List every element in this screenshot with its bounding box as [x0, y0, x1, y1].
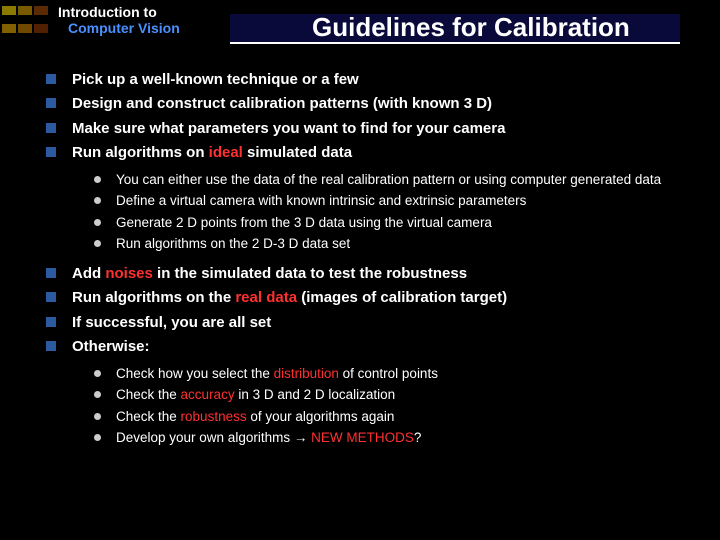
bullet-item: If successful, you are all set — [30, 311, 700, 334]
sub-bullet-item: Run algorithms on the 2 D-3 D data set — [30, 234, 700, 254]
sub-bullet-item: Check the robustness of your algorithms … — [30, 407, 700, 427]
slide-title: Guidelines for Calibration — [312, 12, 630, 43]
course-line2: Computer Vision — [68, 20, 180, 36]
logo-blocks — [2, 2, 52, 38]
sub-bullet-item: Develop your own algorithms → NEW METHOD… — [30, 428, 700, 448]
bullet-list-1: Pick up a well-known technique or a fewD… — [30, 68, 700, 164]
bullet-item: Run algorithms on ideal simulated data — [30, 141, 700, 164]
slide-body: Pick up a well-known technique or a fewD… — [0, 58, 720, 448]
sub-list-2: Check how you select the distribution of… — [30, 364, 700, 448]
slide-header: Introduction to Computer Vision Guidelin… — [0, 0, 720, 58]
course-label: Introduction to Computer Vision — [58, 4, 180, 36]
sub-bullet-item: You can either use the data of the real … — [30, 170, 700, 190]
sub-bullet-item: Define a virtual camera with known intri… — [30, 191, 700, 211]
bullet-item: Add noises in the simulated data to test… — [30, 262, 700, 285]
sub-bullet-item: Generate 2 D points from the 3 D data us… — [30, 213, 700, 233]
course-line1: Introduction to — [58, 4, 180, 20]
bullet-item: Make sure what parameters you want to fi… — [30, 117, 700, 140]
bullet-item: Pick up a well-known technique or a few — [30, 68, 700, 91]
bullet-item: Design and construct calibration pattern… — [30, 92, 700, 115]
sub-bullet-item: Check how you select the distribution of… — [30, 364, 700, 384]
sub-list-1: You can either use the data of the real … — [30, 170, 700, 254]
sub-bullet-item: Check the accuracy in 3 D and 2 D locali… — [30, 385, 700, 405]
bullet-item: Otherwise: — [30, 335, 700, 358]
bullet-list-2: Add noises in the simulated data to test… — [30, 262, 700, 358]
bullet-item: Run algorithms on the real data (images … — [30, 286, 700, 309]
